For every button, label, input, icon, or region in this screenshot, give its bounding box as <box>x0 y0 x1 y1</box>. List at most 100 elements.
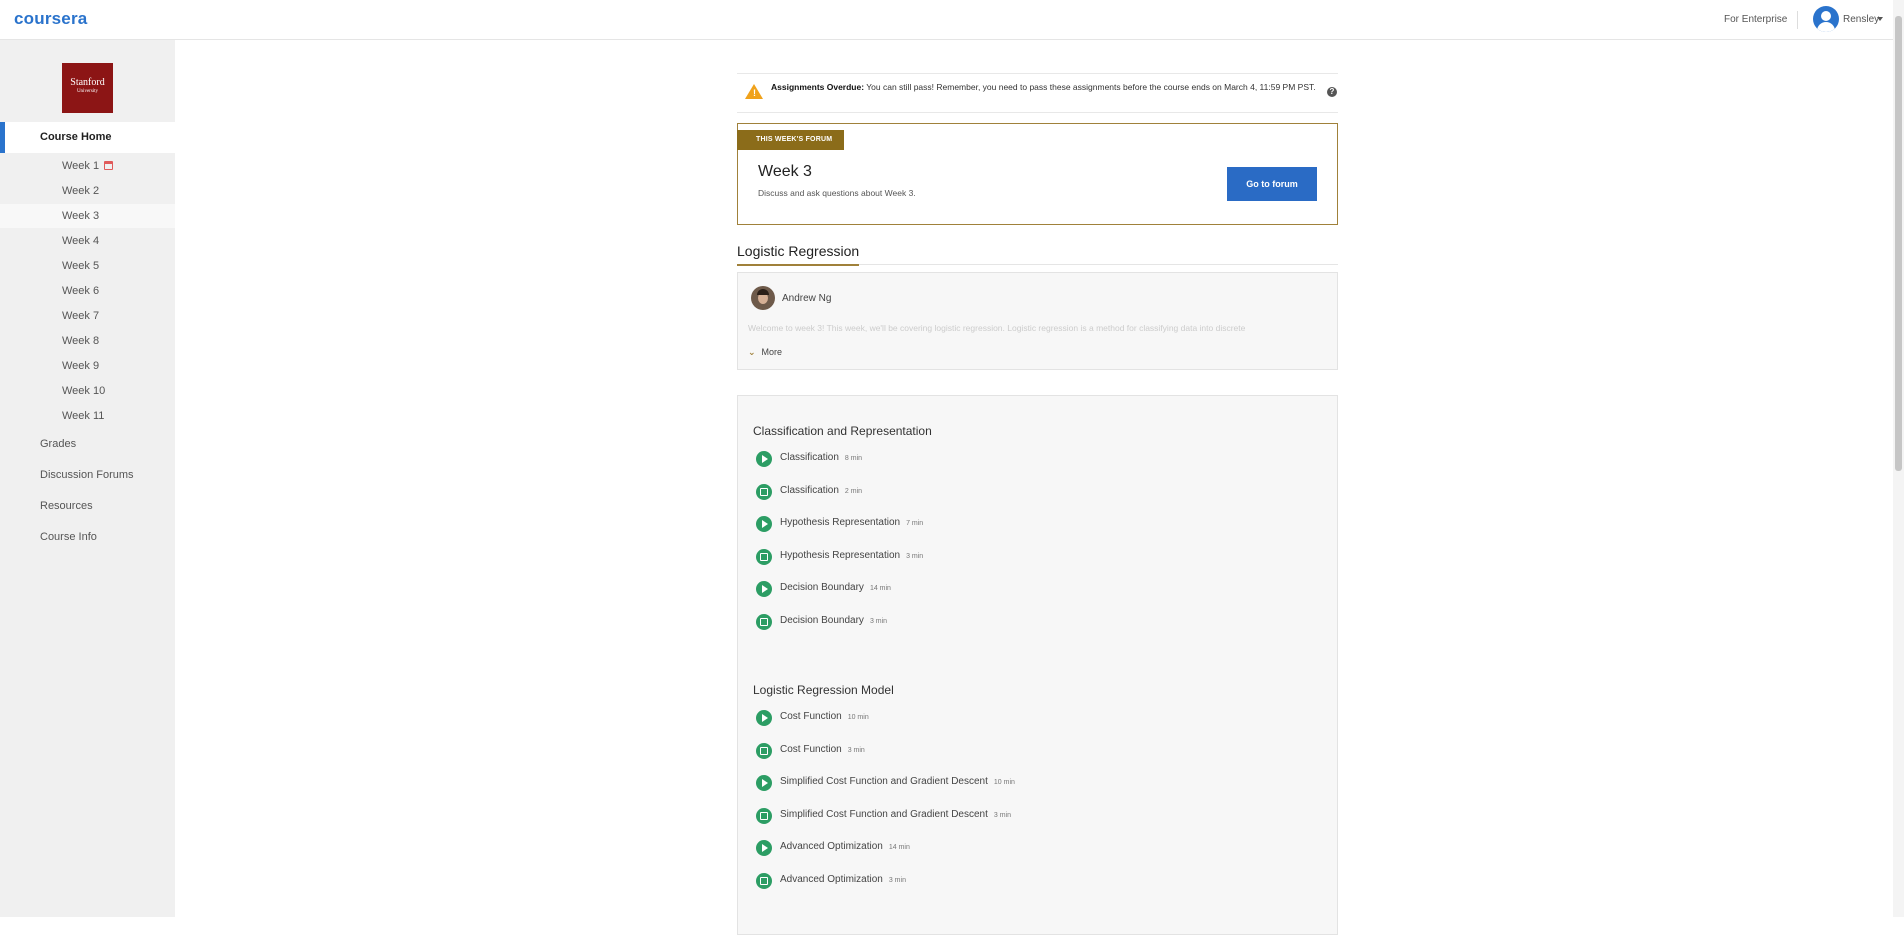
stanford-university-logo[interactable]: Stanford University <box>62 63 113 113</box>
lesson-duration: 8 min <box>844 455 863 462</box>
sidebar-item-resources[interactable]: Resources <box>40 500 93 512</box>
lesson-title: Simplified Cost Function and Gradient De… <box>780 808 988 820</box>
instructor-avatar <box>751 286 775 310</box>
calendar-icon <box>104 161 113 170</box>
lesson-duration: 14 min <box>888 844 910 851</box>
sidebar-item-discussion-forums[interactable]: Discussion Forums <box>40 469 134 481</box>
overdue-alert: ! Assignments Overdue: You can still pas… <box>737 73 1338 113</box>
sidebar-item-label: Week 2 <box>62 185 100 197</box>
sidebar-item-week-6[interactable]: Week 6 <box>0 279 175 303</box>
lesson-title: Hypothesis Representation <box>780 517 901 528</box>
question-icon[interactable]: ? <box>1327 87 1337 97</box>
more-label: More <box>761 347 783 357</box>
sidebar-item-label: Week 5 <box>62 260 100 272</box>
reading-complete-icon <box>756 872 772 889</box>
lesson-duration: 3 min <box>993 811 1012 819</box>
user-avatar-icon[interactable] <box>1813 6 1839 32</box>
lesson-duration: 3 min <box>847 746 865 754</box>
forum-week-title: Week 3 <box>758 163 812 180</box>
weekly-forum-card: THIS WEEK'S FORUM Week 3 Discuss and ask… <box>737 123 1338 225</box>
sidebar-item-grades[interactable]: Grades <box>40 438 76 450</box>
sidebar-item-week-1[interactable]: Week 1 <box>0 154 175 178</box>
reading-complete-icon <box>756 548 772 565</box>
sidebar-item-label: Course Home <box>40 131 112 143</box>
lesson-title: Hypothesis Representation <box>780 549 901 561</box>
lesson-title: Classification <box>780 484 839 496</box>
reading-complete-icon <box>756 807 772 824</box>
lesson-name: Classification 2 min <box>780 485 862 496</box>
sidebar-item-week-9[interactable]: Week 9 <box>0 354 175 378</box>
sidebar-item-label: Week 6 <box>62 285 100 297</box>
lesson-title: Advanced Optimization <box>780 873 883 885</box>
video-complete-icon <box>756 516 772 532</box>
video-complete-icon <box>756 775 772 791</box>
alert-body: You can still pass! Remember, you need t… <box>866 82 1316 92</box>
username-menu[interactable]: Rensley <box>1843 14 1879 25</box>
video-complete-icon <box>756 710 772 726</box>
sidebar-item-week-5[interactable]: Week 5 <box>0 254 175 278</box>
course-sidebar: Stanford University Course Home Week 1 We… <box>0 40 175 917</box>
lesson-list: Classification and Representation Classif… <box>737 395 1338 935</box>
sidebar-item-label: Week 4 <box>62 235 100 247</box>
lesson-name: Advanced Optimization 14 min <box>780 841 910 852</box>
page-scrollbar[interactable] <box>1893 0 1904 917</box>
sidebar-item-course-info[interactable]: Course Info <box>40 531 97 543</box>
instructor-name: Andrew Ng <box>782 293 832 304</box>
active-indicator <box>0 122 5 153</box>
coursera-logo[interactable]: coursera <box>14 9 87 29</box>
intro-preview-text: Welcome to week 3! This week, we'll be c… <box>748 323 1246 333</box>
sidebar-item-label: Week 8 <box>62 335 100 347</box>
lesson-title: Decision Boundary <box>780 582 864 593</box>
sidebar-item-week-2[interactable]: Week 2 <box>0 179 175 203</box>
chevron-down-icon: ⌄ <box>748 347 756 357</box>
sidebar-item-label: Week 1 <box>62 160 100 172</box>
lesson-duration: 3 min <box>888 876 906 884</box>
lesson-duration: 10 min <box>993 779 1015 786</box>
warning-icon: ! <box>745 84 763 99</box>
video-complete-icon <box>756 581 772 597</box>
reading-complete-icon <box>756 483 772 500</box>
caret-down-icon[interactable] <box>1877 17 1883 21</box>
for-enterprise-link[interactable]: For Enterprise <box>1724 14 1787 25</box>
sidebar-item-label: Week 9 <box>62 360 100 372</box>
module-title-underline <box>737 264 1338 266</box>
sidebar-item-course-home[interactable]: Course Home <box>0 122 175 153</box>
sidebar-item-week-3[interactable]: Week 3 <box>0 204 175 228</box>
go-to-forum-button[interactable]: Go to forum <box>1227 167 1317 201</box>
alert-title: Assignments Overdue: <box>771 82 865 92</box>
instructor-intro: Andrew Ng Welcome to week 3! This week, … <box>737 272 1338 370</box>
sidebar-item-week-8[interactable]: Week 8 <box>0 329 175 353</box>
lesson-name: Simplified Cost Function and Gradient De… <box>780 809 1011 820</box>
lesson-duration: 3 min <box>906 552 924 560</box>
scrollbar-thumb[interactable] <box>1895 16 1902 471</box>
lesson-duration: 10 min <box>847 714 869 721</box>
lesson-title: Decision Boundary <box>780 614 864 626</box>
sidebar-item-label: Week 3 <box>62 210 100 222</box>
lesson-title: Cost Function <box>780 711 842 722</box>
lesson-title: Cost Function <box>780 743 842 755</box>
sidebar-item-label: Week 11 <box>62 410 105 422</box>
sidebar-item-week-4[interactable]: Week 4 <box>0 229 175 253</box>
sidebar-item-week-11[interactable]: Week 11 <box>0 404 175 428</box>
sidebar-item-week-7[interactable]: Week 7 <box>0 304 175 328</box>
lesson-name: Decision Boundary 3 min <box>780 615 887 626</box>
sidebar-item-week-10[interactable]: Week 10 <box>0 379 175 403</box>
reading-complete-icon <box>756 613 772 630</box>
lesson-name: Classification 8 min <box>780 452 862 463</box>
lesson-title: Classification <box>780 452 839 463</box>
lesson-duration: 3 min <box>869 617 888 625</box>
module-title: Logistic Regression <box>737 243 860 259</box>
header-divider <box>1797 11 1798 29</box>
lesson-group-title: Classification and Representation <box>753 424 932 438</box>
video-complete-icon <box>756 840 772 856</box>
forum-description: Discuss and ask questions about Week 3. <box>758 188 916 198</box>
lesson-group-title: Logistic Regression Model <box>753 683 894 697</box>
lesson-name: Advanced Optimization 3 min <box>780 874 906 885</box>
more-toggle[interactable]: ⌄ More <box>748 347 782 358</box>
lesson-name: Hypothesis Representation 7 min <box>780 517 923 528</box>
lesson-title: Advanced Optimization <box>780 841 883 852</box>
lesson-name: Decision Boundary 14 min <box>780 582 891 593</box>
video-complete-icon <box>756 451 772 467</box>
lesson-duration: 14 min <box>869 585 891 592</box>
sidebar-item-label: Week 7 <box>62 310 100 322</box>
